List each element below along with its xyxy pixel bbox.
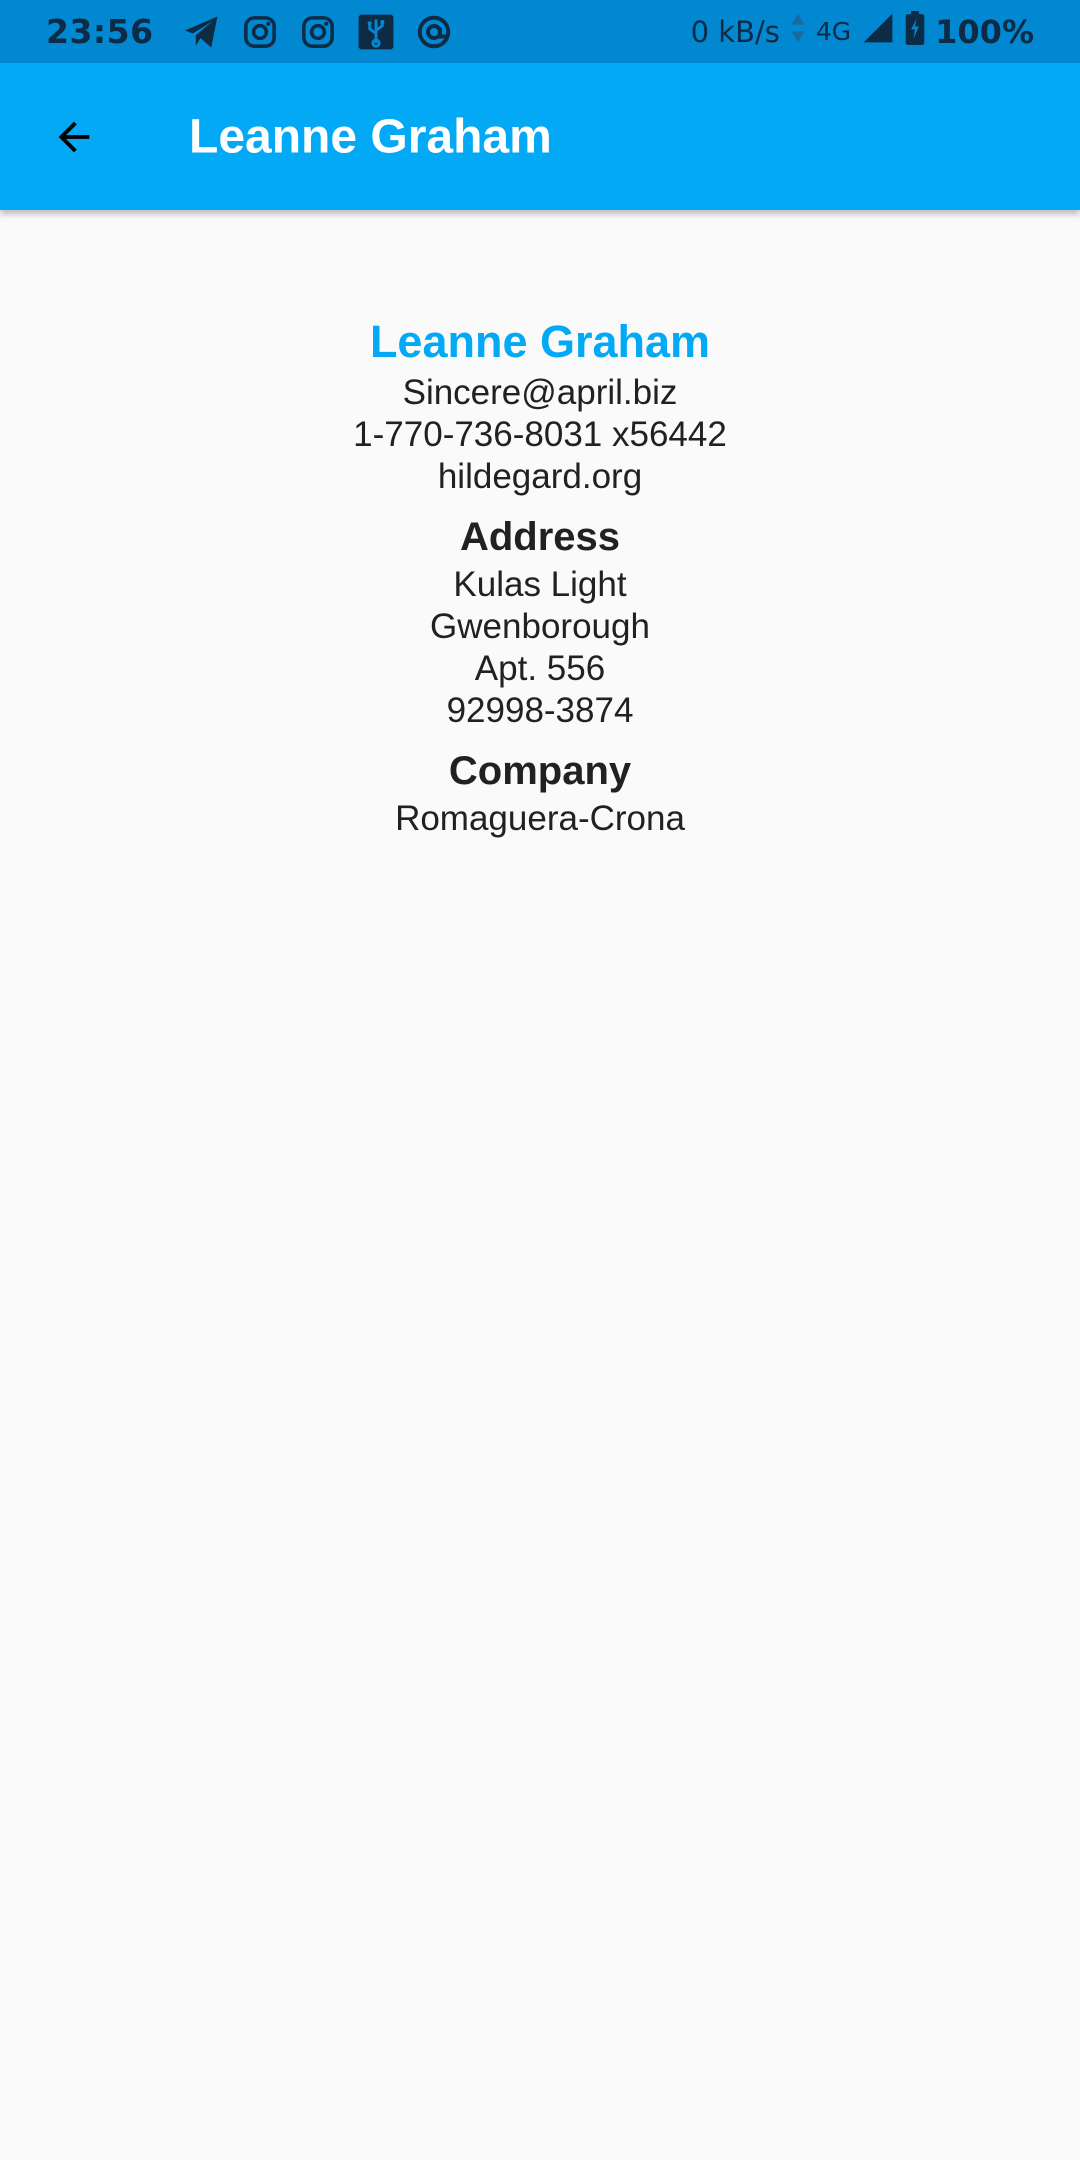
user-name: Leanne Graham	[369, 316, 711, 367]
system-indicators: 0 kB/s 4G 100%	[690, 10, 1034, 53]
status-time: 23:56	[46, 12, 154, 51]
notification-icons	[182, 12, 454, 52]
address-zipcode: 92998-3874	[446, 691, 634, 730]
telegram-icon	[182, 12, 222, 52]
status-bar: 23:56 0 kB/s 4G 100%	[0, 0, 1080, 63]
battery-icon	[905, 10, 925, 53]
signal-icon	[861, 12, 895, 52]
network-type: 4G	[815, 17, 852, 46]
user-phone: 1-770-736-8031 x56442	[353, 415, 727, 454]
back-button[interactable]	[46, 109, 102, 165]
at-sign-icon	[414, 12, 454, 52]
instagram-icon	[240, 12, 280, 52]
app-bar: Leanne Graham	[0, 63, 1080, 210]
company-name: Romaguera-Crona	[395, 799, 685, 838]
page-title: Leanne Graham	[189, 110, 552, 163]
address-city: Gwenborough	[430, 607, 650, 646]
instagram-icon	[298, 12, 338, 52]
address-heading: Address	[459, 515, 621, 559]
user-details: Leanne Graham Sincere@april.biz 1-770-73…	[0, 300, 1080, 840]
address-suite: Apt. 556	[474, 649, 606, 688]
company-heading: Company	[448, 749, 632, 793]
user-website: hildegard.org	[437, 457, 643, 496]
data-activity-icon	[790, 12, 806, 52]
net-speed: 0 kB/s	[690, 14, 780, 49]
battery-percent: 100%	[935, 12, 1034, 51]
user-email: Sincere@april.biz	[402, 373, 678, 412]
arrow-back-icon	[58, 121, 90, 152]
usb-icon	[356, 12, 396, 52]
address-street: Kulas Light	[453, 565, 627, 604]
